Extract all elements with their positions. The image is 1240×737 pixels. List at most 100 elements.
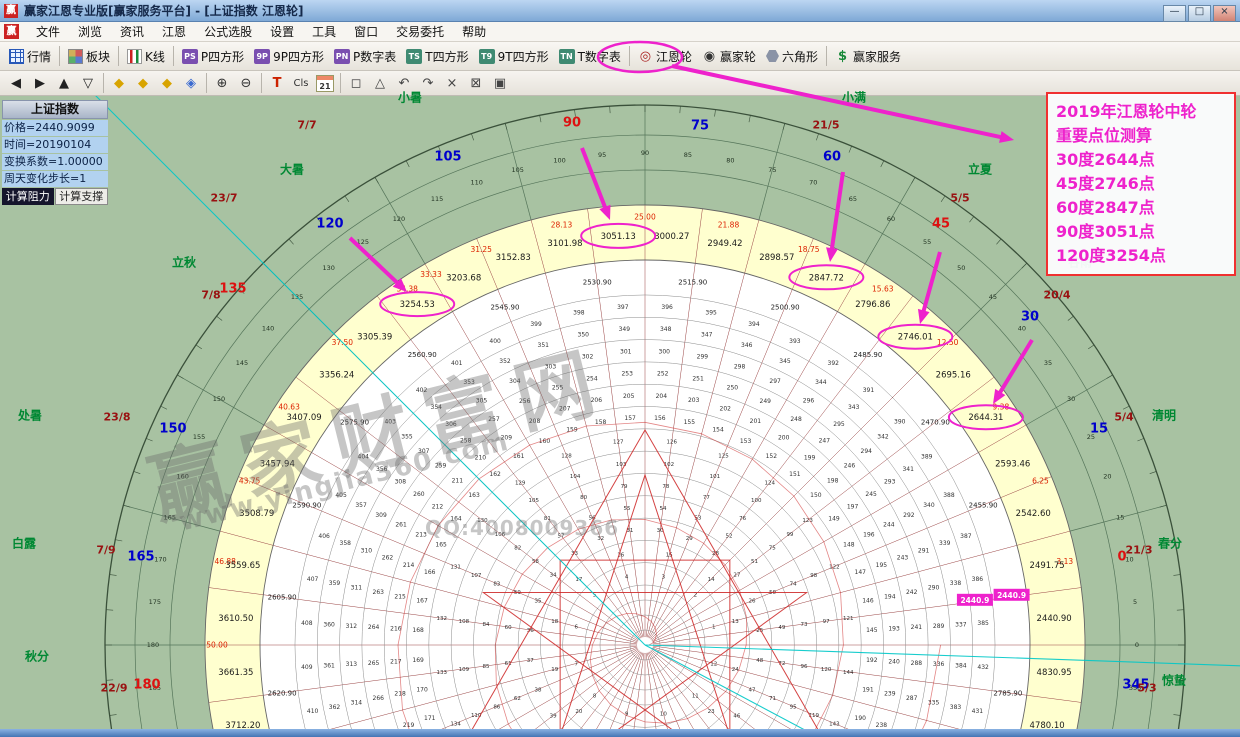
9t-square-icon: T9 [479,49,495,64]
annotation-note-box: 2019年江恩轮中轮重要点位测算30度2644点45度2746点60度2847点… [1046,92,1236,276]
toolbar-button-gann-wheel[interactable]: ◎江恩轮 [633,46,697,67]
svg-text:289: 289 [933,623,945,630]
svg-text:165: 165 [435,541,447,548]
svg-text:3356.24: 3356.24 [319,371,354,381]
svg-text:3254.53: 3254.53 [400,300,435,310]
toolbar-button-t-square[interactable]: TST四方形 [401,46,473,67]
svg-text:361: 361 [323,663,335,670]
svg-text:297: 297 [769,378,781,385]
tool-button-rotate-left-tool[interactable]: ↶ [392,72,416,94]
toolbar-button-p-number-table[interactable]: PNP数字表 [329,46,401,67]
svg-text:254: 254 [586,375,598,382]
menu-item-trade-entrust[interactable]: 交易委托 [387,21,453,42]
svg-text:45: 45 [989,293,997,301]
tool-button-text-tool[interactable]: T [265,72,289,94]
menu-item-tools[interactable]: 工具 [303,21,345,42]
menu-item-file[interactable]: 文件 [27,21,69,42]
toolbar-button-t-number-table[interactable]: TNT数字表 [554,46,626,67]
svg-text:391: 391 [863,387,875,394]
winner-wheel-icon: ◉ [702,49,717,64]
svg-text:38: 38 [535,687,542,693]
svg-text:193: 193 [888,626,900,633]
toolbar-button-winner-wheel[interactable]: ◉赢家轮 [697,46,761,67]
svg-text:2485.90: 2485.90 [853,351,882,359]
calendar-icon: 21 [316,75,334,92]
tool-button-calendar-tool[interactable]: 21 [313,72,337,94]
tool-button-rect-tool[interactable]: ◻ [344,72,368,94]
window-controls: —□× [1161,0,1236,22]
tool-button-box-x-tool[interactable]: ⊠ [464,72,488,94]
menu-item-formula-stock-pick[interactable]: 公式选股 [195,21,261,42]
svg-text:336: 336 [933,661,945,668]
toolbar-button-hexagon[interactable]: 六角形 [761,46,823,67]
svg-text:104: 104 [570,474,581,480]
gann-wheel-icon: ◎ [638,49,653,64]
toolbar-button-9t-square[interactable]: T99T四方形 [474,46,554,67]
svg-text:50.00: 50.00 [206,641,228,650]
tool-button-diamond-tool-2[interactable]: ◆ [131,72,155,94]
svg-text:194: 194 [884,593,896,600]
svg-text:2560.90: 2560.90 [408,351,437,359]
toolbar-button-winner-service[interactable]: $赢家服务 [830,46,906,67]
tool-button-prev[interactable]: ◀ [4,72,28,94]
toolbar-button-kline[interactable]: K线 [122,46,170,67]
menu-item-settings[interactable]: 设置 [261,21,303,42]
svg-text:198: 198 [827,477,839,484]
svg-text:349: 349 [619,326,631,333]
tool-button-target-tool[interactable]: ◈ [179,72,203,94]
toolbar-button-9p-square[interactable]: 9P9P四方形 [249,46,329,67]
calc-support-button[interactable]: 计算支撑 [55,188,109,205]
maximize-button[interactable]: □ [1188,5,1211,22]
tool-button-filter[interactable]: ▽ [76,72,100,94]
tool-button-zoom-in[interactable]: ⊕ [210,72,234,94]
close-button[interactable]: × [1213,5,1236,22]
calc-resistance-button[interactable]: 计算阻力 [2,188,54,205]
svg-text:2455.90: 2455.90 [969,501,998,509]
svg-text:401: 401 [451,360,463,367]
menu-item-gann[interactable]: 江恩 [153,21,195,42]
minimize-button[interactable]: — [1163,5,1186,22]
toolbar-button-sectors[interactable]: 板块 [63,46,115,67]
tool-button-select-box-tool[interactable]: ▣ [488,72,512,94]
svg-text:165: 165 [164,514,176,522]
tool-button-pointer-up[interactable]: ▲ [52,72,76,94]
svg-text:3: 3 [662,574,666,580]
svg-text:2593.46: 2593.46 [995,460,1030,470]
svg-text:404: 404 [358,454,370,461]
menu-item-window[interactable]: 窗口 [345,21,387,42]
svg-text:85: 85 [684,151,692,159]
tool-button-rotate-right-tool[interactable]: ↷ [416,72,440,94]
svg-text:295: 295 [833,421,845,428]
svg-text:245: 245 [865,491,877,498]
svg-text:203: 203 [688,397,700,404]
tool-button-clear-tool[interactable]: Cls [289,72,313,94]
tool-button-delete-tool[interactable]: × [440,72,464,94]
menu-item-news[interactable]: 资讯 [111,21,153,42]
tool-button-diamond-tool-1[interactable]: ◆ [107,72,131,94]
app-logo-icon: 赢 [4,4,18,18]
svg-text:83: 83 [493,582,500,588]
svg-text:156: 156 [654,415,666,422]
toolbar-button-p-square[interactable]: PSP四方形 [177,46,249,67]
tool-button-triangle-tool[interactable]: △ [368,72,392,94]
svg-text:204: 204 [656,393,668,400]
tool-button-zoom-out[interactable]: ⊖ [234,72,258,94]
bottom-scrollbar[interactable] [0,729,1240,737]
annotation-line: 重要点位测算 [1056,124,1226,148]
toolbar-separator [118,46,119,66]
tool-button-next[interactable]: ▶ [28,72,52,94]
svg-text:2: 2 [694,593,698,599]
svg-text:2491.75: 2491.75 [1030,561,1065,571]
toolbar-label: P数字表 [353,48,396,65]
info-row: 时间=20190104 [2,137,108,153]
svg-text:2644.31: 2644.31 [968,413,1003,423]
quotes-icon [9,49,24,64]
svg-text:31.25: 31.25 [470,245,492,254]
svg-text:2500.90: 2500.90 [771,303,800,311]
tool-button-diamond-tool-3[interactable]: ◆ [155,72,179,94]
svg-text:402: 402 [416,387,428,394]
menu-item-help[interactable]: 帮助 [453,21,495,42]
menu-item-browse[interactable]: 浏览 [69,21,111,42]
svg-text:410: 410 [307,708,319,715]
toolbar-button-quotes[interactable]: 行情 [4,46,56,67]
